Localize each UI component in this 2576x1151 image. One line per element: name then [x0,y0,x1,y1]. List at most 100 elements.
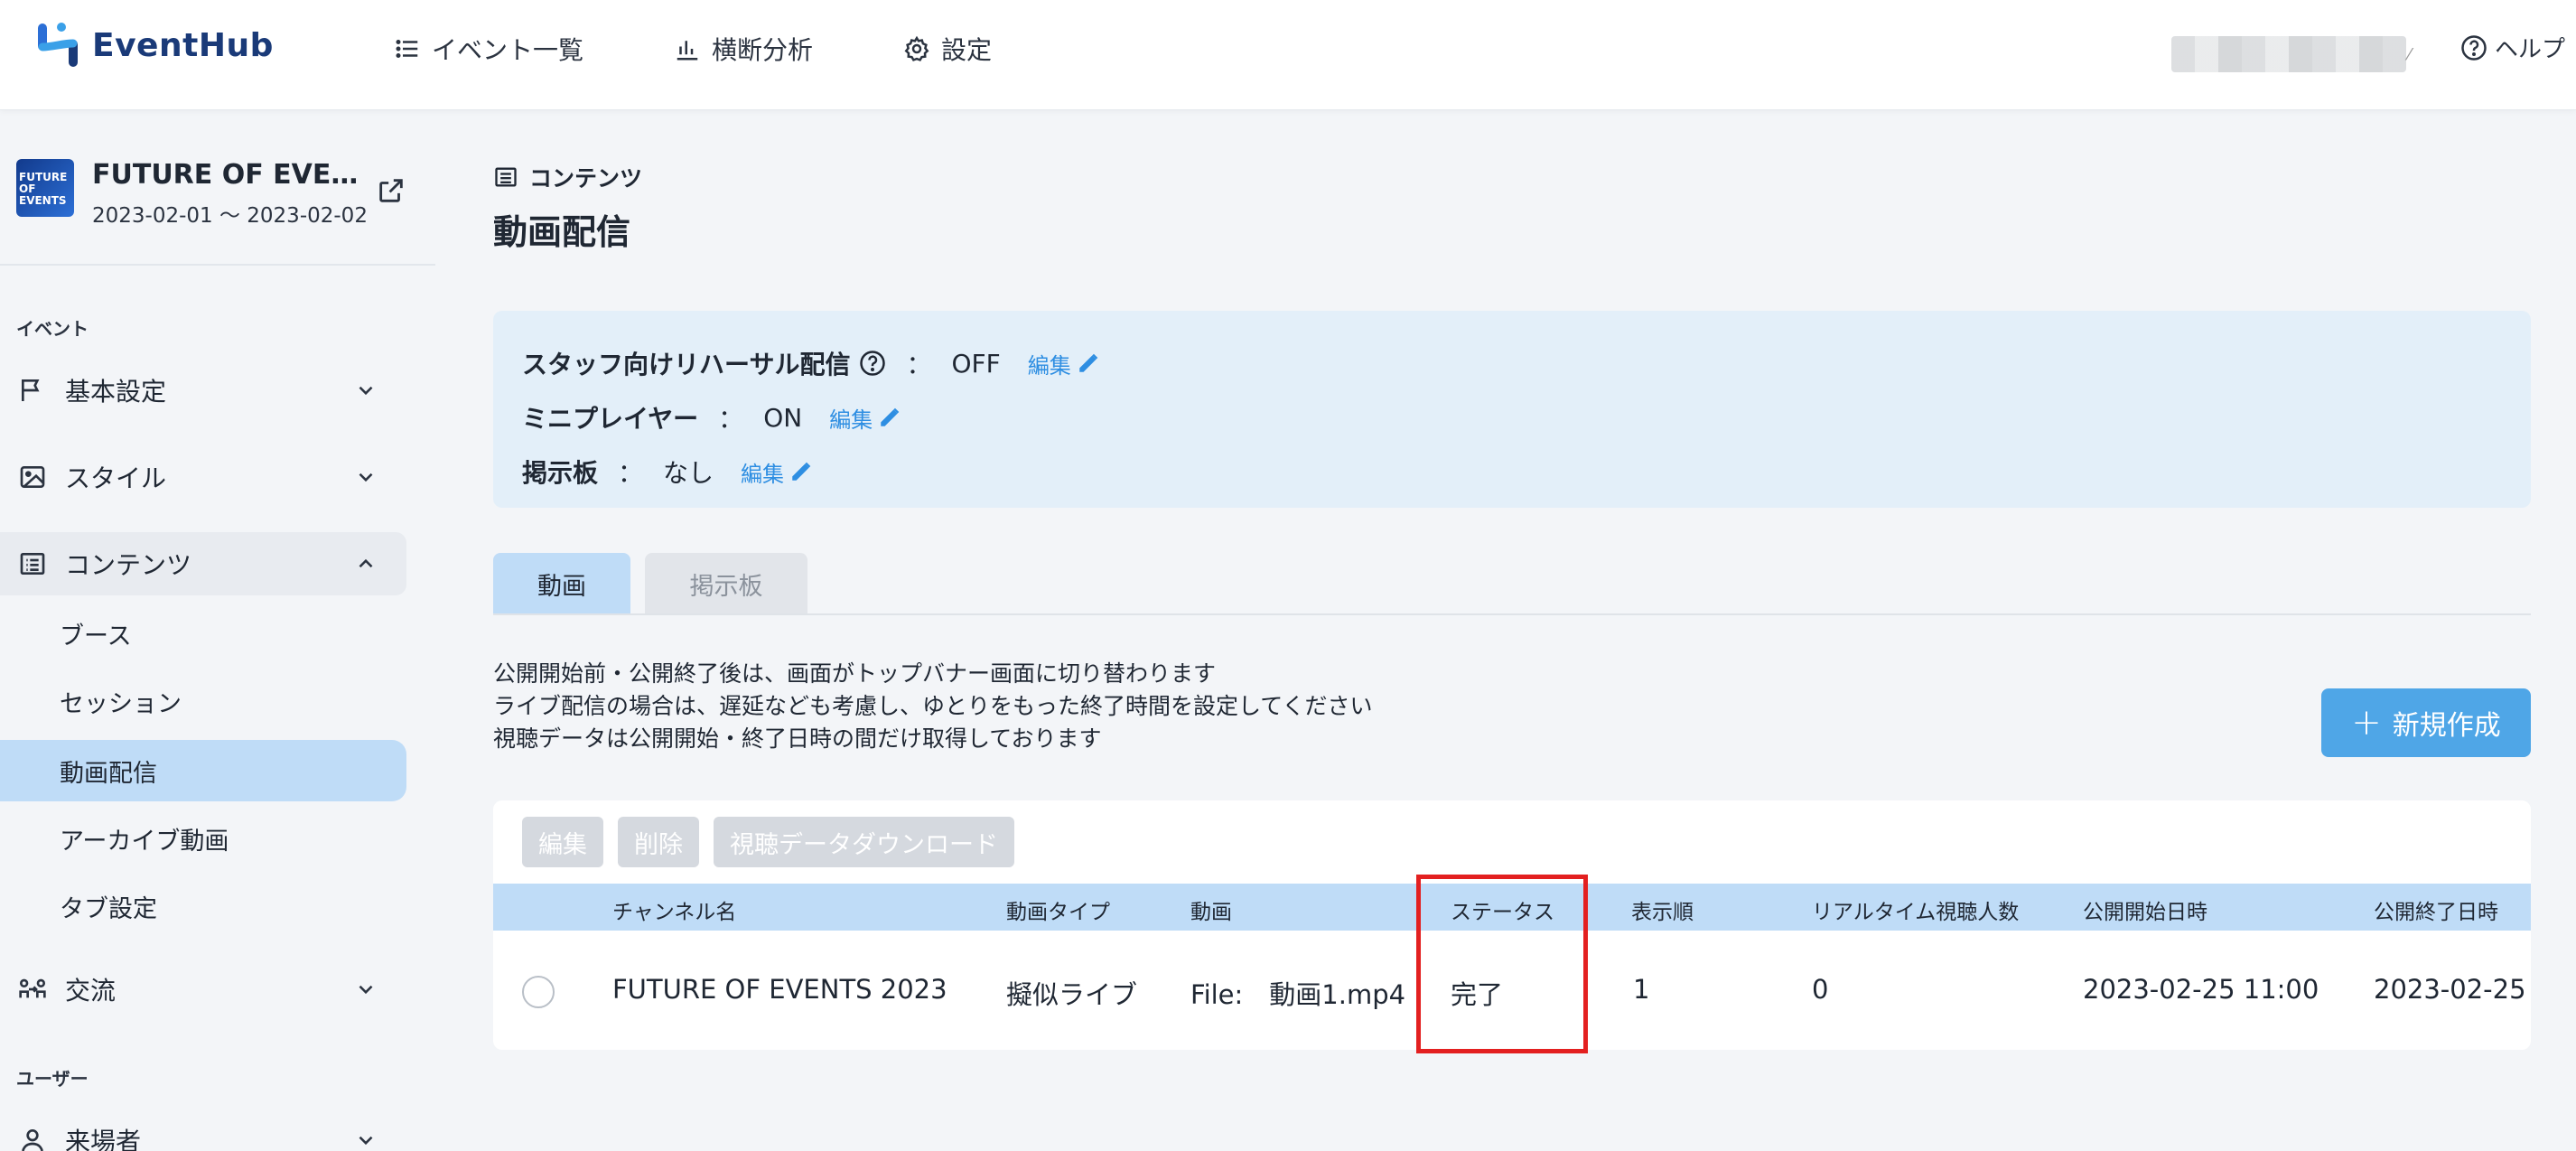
setting-value: OFF [951,348,1001,379]
cell-video: File: 動画1.mp4 [1190,979,1406,1010]
nav-label: イベント一覧 [432,35,584,65]
sidebar-subitem-tab-settings[interactable]: タブ設定 [0,875,406,937]
edit-rehearsal-link[interactable]: 編集 [1028,348,1100,379]
event-thumbnail: FUTURE OF EVENTS [16,159,74,217]
table-toolbar: 編集 削除 視聴データダウンロード [522,817,1014,867]
sidebar-item-basic-settings[interactable]: 基本設定 [0,359,406,422]
sidebar-subitem-archive[interactable]: アーカイブ動画 [0,808,406,869]
flag-icon [22,379,40,401]
nav-label: 横断分析 [712,35,814,65]
sidebar-item-label: コンテンツ [65,550,192,580]
edit-button[interactable]: 編集 [522,817,603,867]
notes-text: 公開開始前・公開終了後は、画面がトップバナー画面に切り替わります ライブ配信の場… [493,658,1373,755]
streaming-settings-panel: スタッフ向けリハーサル配信 ： OFF 編集 ミニプレイヤー ： ON 編集 掲… [493,311,2531,508]
pencil-icon [881,407,900,426]
bar-chart-icon [677,41,698,61]
column-header-type[interactable]: 動画タイプ [1006,894,1110,925]
setting-value: ON [763,402,803,433]
sidebar-item-label: スタイル [65,463,167,493]
question-circle-icon [2461,34,2487,61]
note-line: ライブ配信の場合は、遅延なども考慮し、ゆとりをもった終了時間を設定してください [493,693,1373,719]
column-header-order[interactable]: 表示順 [1631,894,1694,925]
main-nav: イベント一覧 横断分析 設定 [394,27,1082,70]
pencil-icon [1078,353,1098,372]
setting-colon: ： [906,350,932,379]
app-logo[interactable]: EventHub [34,20,274,70]
note-line: 公開開始前・公開終了後は、画面がトップバナー画面に切り替わります [493,660,1217,687]
column-header-video[interactable]: 動画 [1190,894,1232,925]
setting-row-miniplayer: ミニプレイヤー ： ON 編集 [522,390,2502,444]
sidebar-item-label: 基本設定 [65,377,167,407]
sidebar-divider [0,264,435,266]
sidebar-item-label: 来場者 [65,1127,142,1151]
chevron-down-icon [359,473,373,482]
eventhub-logo-icon [38,23,78,67]
nav-item-settings[interactable]: 設定 [903,27,992,70]
edit-label: 編集 [741,461,785,487]
setting-label: スタッフ向けリハーサル配信 [522,350,851,379]
sidebar-subitem-video-streaming[interactable]: 動画配信 [0,740,406,801]
chevron-down-icon [359,1136,373,1146]
setting-label: ミニプレイヤー [522,404,699,434]
top-header: EventHub イベント一覧 横断分析 設定 ⁄ ヘルプ [0,0,2576,110]
setting-colon: ： [718,404,744,434]
row-select-radio[interactable] [522,976,555,1008]
cell-start: 2023-02-25 11:00 [2083,974,2319,1005]
sidebar-item-exchange[interactable]: 交流 [0,958,406,1021]
tab-underline [493,613,2531,615]
image-icon [20,466,45,488]
column-header-start[interactable]: 公開開始日時 [2083,894,2207,925]
nav-item-event-list[interactable]: イベント一覧 [394,27,583,70]
breadcrumb: コンテンツ [493,161,642,193]
sidebar-subitem-booth[interactable]: ブース [0,603,406,664]
external-link-icon[interactable] [376,175,406,206]
current-event-card: FUTURE OF EVENTS FUTURE OF EVENTS 2023 2… [16,159,368,229]
sidebar-item-contents[interactable]: コンテンツ [0,532,406,595]
download-viewing-data-button[interactable]: 視聴データダウンロード [714,817,1014,867]
sidebar: FUTURE OF EVENTS FUTURE OF EVENTS 2023 2… [0,110,435,1151]
nav-item-analysis[interactable]: 横断分析 [674,27,813,70]
list-alt-icon [495,167,517,187]
sidebar-item-visitors[interactable]: 来場者 [0,1109,406,1151]
help-label: ヘルプ [2495,36,2566,63]
page-title: 動画配信 [493,212,631,252]
cell-type: 擬似ライブ [1006,979,1138,1010]
edit-miniplayer-link[interactable]: 編集 [829,402,901,434]
people-exchange-icon [19,978,46,998]
sidebar-section-event: イベント [16,318,89,340]
column-header-end[interactable]: 公開終了日時 [2374,894,2498,925]
sidebar-item-style[interactable]: スタイル [0,445,406,509]
setting-label: 掲示板 [522,458,599,488]
user-account-menu[interactable] [2171,36,2406,72]
tab-video[interactable]: 動画 [493,553,630,614]
note-line: 視聴データは公開開始・終了日時の間だけ取得しております [493,725,1102,752]
tab-board[interactable]: 掲示板 [645,553,807,614]
question-circle-icon[interactable] [859,350,886,377]
cell-channel: FUTURE OF EVENTS 2023 [612,974,947,1005]
cell-end: 2023-02-25 [2374,974,2526,1005]
gear-icon [904,35,929,61]
user-menu-caret-icon[interactable]: ⁄ [2408,45,2411,64]
event-dates: 2023-02-01 〜 2023-02-02 [92,204,368,228]
setting-row-rehearsal: スタッフ向けリハーサル配信 ： OFF 編集 [522,336,2502,390]
sidebar-section-user: ユーザー [16,1068,89,1090]
nav-label: 設定 [941,35,993,65]
setting-row-board: 掲示板 ： なし 編集 [522,444,2502,499]
status-column-highlight-box [1416,875,1588,1053]
list-icon [396,40,418,58]
sidebar-item-label: 交流 [65,976,117,1006]
delete-button[interactable]: 削除 [618,817,699,867]
breadcrumb-label: コンテンツ [529,165,643,192]
edit-label: 編集 [1027,352,1071,379]
column-header-viewers[interactable]: リアルタイム視聴人数 [1812,894,2019,925]
user-icon [22,1129,43,1151]
cell-order: 1 [1633,974,1650,1005]
help-link[interactable]: ヘルプ [2460,31,2565,64]
event-title: FUTURE OF EVENTS 2023 [92,159,363,191]
cell-viewers: 0 [1812,974,1829,1005]
column-header-channel[interactable]: チャンネル名 [612,894,736,925]
plus-icon: + [2351,702,2382,744]
edit-board-link[interactable]: 編集 [741,456,813,488]
create-new-button[interactable]: + 新規作成 [2321,688,2531,757]
sidebar-subitem-session[interactable]: セッション [0,670,406,732]
